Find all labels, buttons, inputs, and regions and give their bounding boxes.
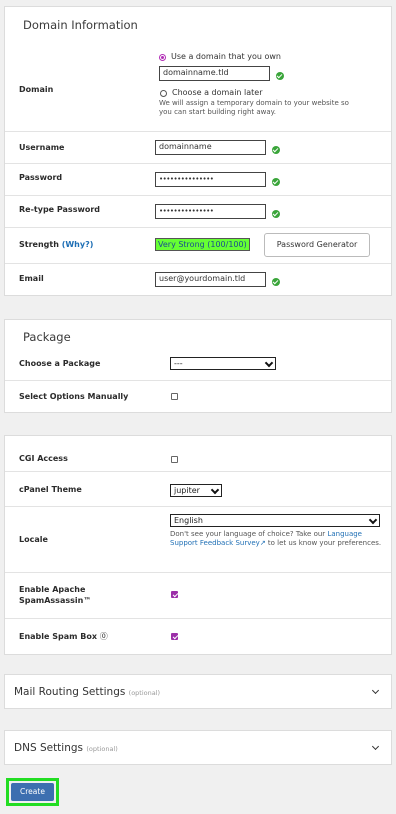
mail-routing-panel[interactable]: Mail Routing Settings (optional) (4, 674, 392, 709)
dns-title-text: DNS Settings (14, 742, 84, 754)
theme-select-value: jupiter (174, 486, 200, 495)
later-domain-radio[interactable] (160, 90, 167, 97)
locale-select[interactable]: English (170, 514, 380, 527)
chevron-down-icon[interactable] (371, 742, 380, 751)
manual-options-row: Select Options Manually (5, 380, 391, 413)
spamassassin-checkbox[interactable] (171, 591, 178, 598)
mail-routing-optional: (optional) (128, 689, 161, 697)
manual-options-checkbox[interactable] (171, 393, 178, 400)
theme-label: cPanel Theme (19, 485, 82, 494)
later-help-text: We will assign a temporary domain to you… (159, 99, 349, 116)
package-select[interactable]: --- (170, 357, 276, 370)
dns-title: DNS Settings (optional) (14, 742, 118, 754)
strength-label: Strength (Why?) (19, 240, 93, 249)
own-domain-radio[interactable] (159, 54, 166, 61)
password-generator-button[interactable]: Password Generator (264, 233, 370, 257)
choose-package-label: Choose a Package (19, 359, 101, 368)
retype-valid-icon (272, 210, 280, 218)
cgi-label: CGI Access (19, 454, 68, 463)
later-option-label: Choose a domain later (172, 88, 263, 97)
spamassassin-label-1: Enable Apache (19, 585, 86, 594)
spambox-label-text: Enable Spam Box (19, 632, 97, 641)
mail-routing-title-text: Mail Routing Settings (14, 686, 126, 698)
domain-information-panel: Domain Information Domain Use a domain t… (4, 6, 392, 296)
locale-label: Locale (19, 535, 48, 544)
spamassassin-label: Enable Apache SpamAssassin™ (19, 584, 91, 606)
spamassassin-label-2: SpamAssassin™ (19, 596, 92, 605)
locale-row: Locale English Don't see your language o… (5, 506, 391, 572)
strength-row: Strength (Why?) Very Strong (100/100) Pa… (5, 227, 391, 263)
panel-title: Domain Information (23, 18, 138, 32)
cgi-checkbox[interactable] (171, 456, 178, 463)
locale-help-1: Don't see your language of choice? Take … (170, 530, 326, 538)
retype-password-input[interactable]: ••••••••••••••• (155, 204, 266, 219)
strength-meter: Very Strong (100/100) (155, 238, 250, 251)
theme-row: cPanel Theme jupiter (5, 471, 391, 506)
domain-input[interactable]: domainname.tld (159, 66, 270, 81)
theme-select[interactable]: jupiter (170, 484, 222, 497)
domain-label: Domain (19, 85, 54, 94)
external-link-icon: ↗ (259, 538, 266, 547)
create-button-highlight: Create (6, 778, 59, 806)
chevron-down-icon (368, 515, 378, 525)
retype-row: Re-type Password ••••••••••••••• (5, 195, 391, 227)
manual-options-label: Select Options Manually (19, 392, 129, 401)
strength-why-link[interactable]: (Why?) (62, 240, 94, 249)
package-panel: Package Choose a Package --- Select Opti… (4, 319, 392, 413)
password-valid-icon (272, 178, 280, 186)
email-label: Email (19, 274, 44, 283)
chevron-down-icon (210, 485, 220, 495)
email-valid-icon (272, 278, 280, 286)
domain-valid-icon (276, 72, 284, 80)
spambox-checkbox[interactable] (171, 633, 178, 640)
chevron-down-icon (264, 358, 274, 368)
create-button[interactable]: Create (11, 783, 54, 801)
spambox-label: Enable Spam Box ⓪ (19, 631, 108, 642)
package-select-value: --- (174, 359, 183, 368)
package-title: Package (23, 330, 71, 344)
spamassassin-row: Enable Apache SpamAssassin™ (5, 572, 391, 618)
spambox-row: Enable Spam Box ⓪ (5, 618, 391, 656)
dns-optional: (optional) (86, 745, 118, 753)
dns-settings-panel[interactable]: DNS Settings (optional) (4, 730, 392, 765)
username-valid-icon (272, 146, 280, 154)
username-label: Username (19, 143, 65, 152)
help-icon[interactable]: ⓪ (100, 632, 108, 641)
account-options-panel: CGI Access cPanel Theme jupiter Locale E… (4, 435, 392, 655)
username-input[interactable]: domainname (155, 140, 266, 155)
password-row: Password ••••••••••••••• (5, 163, 391, 195)
chevron-down-icon[interactable] (371, 686, 380, 695)
email-input[interactable]: user@yourdomain.tld (155, 272, 266, 287)
retype-label: Re-type Password (19, 205, 101, 214)
password-label: Password (19, 173, 63, 182)
email-row: Email user@yourdomain.tld (5, 263, 391, 297)
mail-routing-title: Mail Routing Settings (optional) (14, 686, 160, 698)
password-input[interactable]: ••••••••••••••• (155, 172, 266, 187)
username-row: Username domainname (5, 131, 391, 163)
own-domain-option-label: Use a domain that you own (171, 52, 281, 61)
locale-help-2: to let us know your preferences. (267, 538, 382, 547)
strength-label-text: Strength (19, 240, 59, 249)
locale-select-value: English (174, 516, 203, 525)
locale-help-text: Don't see your language of choice? Take … (170, 530, 382, 547)
